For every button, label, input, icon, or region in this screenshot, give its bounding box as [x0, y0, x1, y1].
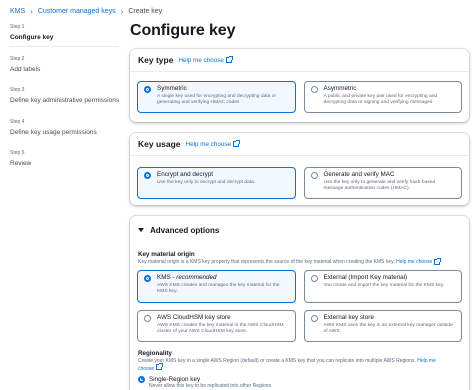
origin-cloudhsm[interactable]: AWS CloudHSM key store AWS KMS creates t… [137, 309, 296, 342]
key-usage-panel: Key usage Help me choose Encrypt and dec… [130, 133, 469, 205]
option-description: You create and import the key material f… [323, 282, 445, 288]
help-link-label-a: Help me [417, 357, 436, 364]
step-title: Add labels [10, 65, 41, 73]
origin-external[interactable]: External (Import Key material) You creat… [303, 269, 462, 303]
help-link-label-b: choose [138, 366, 155, 372]
breadcrumb: KMS › Customer managed keys › Create key [10, 6, 162, 16]
option-label: Encrypt and decrypt [157, 171, 214, 178]
help-link[interactable]: Help me choose [178, 56, 233, 64]
step-number: Step 5 [10, 150, 25, 156]
advanced-options-panel: Advanced options Key material origin Key… [130, 216, 469, 390]
advanced-options-toggle[interactable]: Advanced options [130, 216, 469, 244]
key-type-header: Key type Help me choose [130, 49, 469, 72]
option-label: KMS - recommended [157, 274, 289, 282]
page-title: Configure key [130, 22, 236, 39]
option-label: External key store [323, 313, 374, 321]
wizard-steps: Step 1 Configure key Step 2 Add labels S… [10, 24, 122, 182]
step-title: Review [10, 160, 32, 167]
chevron-right-icon: › [120, 6, 124, 16]
option-description: A public and private key pair used for e… [323, 94, 438, 106]
origin-desc-text: Key material origin is a KMS key propert… [138, 259, 395, 265]
regionality-desc-text: Create your KMS key in a single AWS Regi… [138, 357, 416, 364]
recommended-suffix: - recommended [170, 273, 217, 281]
single-region-option[interactable]: Single-Region key [130, 375, 469, 383]
step-3: Step 3 Define key administrative permiss… [10, 87, 122, 106]
external-link-icon [155, 363, 163, 370]
single-region-label: Single-Region key [149, 375, 201, 383]
step-2: Step 2 Add labels [10, 56, 122, 75]
option-label: Symmetric [157, 85, 187, 92]
key-usage-encrypt-decrypt[interactable]: Encrypt and decrypt Use the key only to … [137, 167, 296, 199]
breadcrumb-kms[interactable]: KMS [10, 8, 25, 15]
caret-down-icon [138, 228, 144, 232]
origin-kms[interactable]: KMS - recommended AWS KMS creates and ma… [137, 269, 296, 303]
step-title: Define key administrative permissions [10, 97, 120, 104]
option-label: External (Import Key material) [323, 273, 408, 281]
key-type-panel: Key type Help me choose Symmetric A sing… [130, 49, 469, 122]
step-divider [10, 46, 118, 47]
option-description: AWS KMS creates and manages the key mate… [157, 282, 280, 294]
external-link-icon [225, 56, 233, 63]
radio-selected-icon[interactable] [138, 375, 145, 383]
breadcrumb-customer-managed-keys[interactable]: Customer managed keys [38, 8, 116, 15]
help-link-label: Help me choose [185, 140, 232, 148]
radio-icon[interactable] [310, 172, 318, 179]
help-link[interactable]: Help me choose [396, 258, 442, 266]
step-4: Step 4 Define key usage permissions [10, 119, 122, 138]
radio-selected-icon[interactable] [144, 172, 151, 179]
step-title: Define key usage permissions [10, 128, 97, 136]
option-description: Use the key only to generate and verify … [323, 180, 436, 192]
breadcrumb-current: Create key [128, 7, 163, 15]
option-label: Generate and verify MAC [323, 171, 395, 178]
radio-icon[interactable] [144, 314, 151, 322]
key-usage-header: Key usage Help me choose [130, 133, 469, 156]
step-number: Step 2 [10, 55, 25, 62]
step-1: Step 1 Configure key [10, 24, 122, 43]
regionality-description: Create your KMS key in a single AWS Regi… [130, 358, 469, 373]
external-link-icon [434, 258, 442, 266]
key-type-symmetric[interactable]: Symmetric A single key used for encrypti… [137, 81, 296, 113]
radio-icon[interactable] [310, 314, 318, 322]
key-usage-title: Key usage [138, 139, 181, 149]
radio-selected-icon[interactable] [144, 86, 151, 93]
help-link[interactable]: Help me choose [185, 140, 241, 148]
radio-icon[interactable] [310, 86, 318, 93]
step-number: Step 3 [10, 87, 25, 93]
key-material-origin-label: Key material origin [138, 251, 195, 258]
option-label-text: KMS [157, 273, 171, 281]
option-label: AWS CloudHSM key store [157, 313, 231, 321]
regionality-label: Regionality [138, 349, 172, 357]
step-title: Configure key [10, 34, 54, 41]
key-type-asymmetric[interactable]: Asymmetric A public and private key pair… [303, 81, 462, 113]
step-number: Step 4 [10, 118, 25, 125]
step-number: Step 1 [10, 24, 25, 30]
option-description: AWS KMS uses the key in an external key … [323, 322, 453, 334]
help-link-label: Help me choose [178, 56, 224, 64]
key-material-origin-description: Key material origin is a KMS key propert… [130, 258, 469, 266]
option-description: A single key used for encrypting and dec… [157, 94, 277, 106]
advanced-options-title: Advanced options [150, 225, 220, 235]
external-link-icon [233, 140, 241, 147]
step-5: Step 5 Review [10, 150, 122, 169]
origin-external-key-store[interactable]: External key store AWS KMS uses the key … [303, 309, 462, 342]
chevron-right-icon: › [30, 6, 33, 16]
help-link-label: Help me choose [396, 259, 433, 265]
option-description: Use the key only to encrypt and decrypt … [157, 180, 256, 185]
option-description: AWS KMS creates the key material in the … [157, 322, 284, 334]
single-region-description: Never allow this key to be replicated in… [149, 382, 272, 389]
option-label: Asymmetric [323, 85, 357, 92]
radio-selected-icon[interactable] [144, 274, 151, 282]
key-usage-generate-verify-mac[interactable]: Generate and verify MAC Use the key only… [303, 167, 462, 199]
radio-icon[interactable] [310, 274, 318, 282]
key-type-title: Key type [138, 55, 174, 65]
